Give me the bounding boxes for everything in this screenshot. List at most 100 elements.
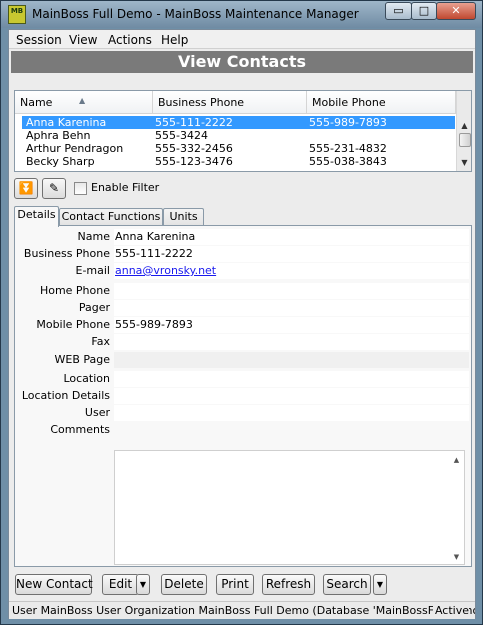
- scroll-up-icon[interactable]: ▲: [457, 118, 471, 133]
- cell-name: Aphra Behn: [26, 129, 91, 142]
- cell-business-phone: 555-111-2222: [155, 116, 233, 129]
- grid-header: Name ▲ Business Phone Mobile Phone: [15, 91, 456, 114]
- status-bar: User MainBoss User Organization MainBoss…: [9, 601, 475, 619]
- filter-edit-button[interactable]: ✎: [42, 178, 66, 199]
- edit-button[interactable]: Edit: [102, 574, 139, 595]
- menu-actions[interactable]: Actions: [108, 33, 152, 47]
- scroll-up-icon[interactable]: ▲: [449, 454, 464, 466]
- tab-units[interactable]: Units: [163, 208, 204, 226]
- enable-filter-checkbox[interactable]: [74, 182, 87, 195]
- filter-edit-icon: ✎: [48, 181, 60, 195]
- search-button[interactable]: Search: [323, 574, 371, 595]
- field-name: Name Anna Karenina: [19, 229, 469, 245]
- status-state: Active: [432, 602, 469, 619]
- field-location-details: Location Details: [19, 388, 469, 404]
- field-label: E-mail: [75, 264, 111, 277]
- details-panel: Name Anna Karenina Business Phone 555-11…: [14, 225, 472, 567]
- new-contact-button[interactable]: New Contact: [15, 574, 93, 595]
- contacts-grid[interactable]: Name ▲ Business Phone Mobile Phone Anna …: [14, 90, 472, 172]
- minimize-icon: ▭: [393, 4, 404, 17]
- scroll-down-icon[interactable]: ▼: [449, 551, 464, 563]
- print-button[interactable]: Print: [216, 574, 254, 595]
- cell-name: Becky Sharp: [26, 155, 95, 168]
- menu-session[interactable]: Session: [16, 33, 62, 47]
- location-field[interactable]: [114, 371, 469, 387]
- tab-details[interactable]: Details: [14, 206, 59, 227]
- tab-contact-functions[interactable]: Contact Functions: [59, 208, 163, 226]
- field-user: User: [19, 405, 469, 421]
- cell-mobile-phone: 555-038-3843: [309, 155, 387, 168]
- cell-name: Arthur Pendragon: [26, 142, 124, 155]
- column-header-mobile-phone[interactable]: Mobile Phone: [307, 91, 456, 114]
- chevron-down-icon: ▼: [139, 580, 147, 589]
- field-web-page: WEB Page: [19, 352, 469, 368]
- search-dropdown-button[interactable]: ▼: [373, 574, 387, 595]
- home-phone-field[interactable]: [114, 283, 469, 299]
- field-business-phone: Business Phone 555-111-2222: [19, 246, 469, 262]
- maximize-icon: □: [418, 4, 430, 17]
- enable-filter-label: Enable Filter: [91, 181, 160, 194]
- cell-business-phone: 555-123-3476: [155, 155, 233, 168]
- field-fax: Fax: [19, 334, 469, 350]
- close-button[interactable]: ✕: [436, 2, 476, 20]
- chevron-down-icon: ▼: [376, 580, 384, 589]
- field-label: Business Phone: [23, 247, 110, 260]
- cell-business-phone: 555-3424: [155, 129, 208, 142]
- location-details-field[interactable]: [114, 388, 469, 404]
- fax-field[interactable]: [114, 334, 469, 350]
- grid-scrollbar[interactable]: ▲ ▼: [456, 91, 471, 171]
- field-label: Comments: [50, 423, 110, 436]
- title-bar[interactable]: MB MainBoss Full Demo - MainBoss Mainten…: [1, 1, 482, 28]
- table-row[interactable]: Anna Karenina 555-111-2222 555-989-7893: [22, 116, 455, 129]
- mobile-phone-field[interactable]: 555-989-7893: [114, 317, 469, 333]
- field-comments: Comments: [19, 422, 468, 438]
- user-field[interactable]: [114, 405, 469, 421]
- cell-mobile-phone: 555-989-7893: [309, 116, 387, 129]
- field-label: User: [84, 406, 110, 419]
- close-icon: ✕: [451, 4, 461, 17]
- window-title: MainBoss Full Demo - MainBoss Maintenanc…: [32, 7, 359, 21]
- field-pager: Pager: [19, 300, 469, 316]
- pager-field[interactable]: [114, 300, 469, 316]
- edit-dropdown-button[interactable]: ▼: [136, 574, 150, 595]
- sort-ascending-icon: ▲: [79, 96, 86, 105]
- field-label: Location Details: [21, 389, 110, 402]
- field-label: Location: [63, 372, 110, 385]
- page-title: View Contacts: [11, 51, 473, 73]
- refresh-button[interactable]: Refresh: [262, 574, 315, 595]
- column-header-business-phone[interactable]: Business Phone: [153, 91, 307, 114]
- application-window: MB MainBoss Full Demo - MainBoss Mainten…: [0, 0, 483, 625]
- business-phone-field[interactable]: 555-111-2222: [114, 246, 469, 262]
- table-row[interactable]: Arthur Pendragon 555-332-2456 555-231-48…: [22, 142, 455, 155]
- client-area: Session View Actions Help View Contacts …: [8, 29, 476, 619]
- field-location: Location: [19, 371, 469, 387]
- table-row[interactable]: Becky Sharp 555-123-3476 555-038-3843: [22, 155, 455, 168]
- maximize-button[interactable]: □: [411, 2, 437, 20]
- column-header-name[interactable]: Name ▲: [15, 91, 153, 114]
- status-text: User MainBoss User Organization MainBoss…: [12, 604, 475, 617]
- menu-help[interactable]: Help: [161, 33, 188, 47]
- collapse-icon: ⏬: [18, 181, 34, 195]
- name-field[interactable]: Anna Karenina: [114, 229, 469, 245]
- field-label: Pager: [78, 301, 110, 314]
- comments-field[interactable]: ▲ ▼: [114, 450, 465, 565]
- app-icon[interactable]: MB: [8, 5, 26, 24]
- field-label: Fax: [91, 335, 110, 348]
- cell-name: Anna Karenina: [26, 116, 107, 129]
- field-email: E-mail anna@vronsky.net: [19, 263, 469, 279]
- scroll-thumb[interactable]: [459, 133, 471, 147]
- email-link[interactable]: anna@vronsky.net: [114, 263, 469, 279]
- delete-button[interactable]: Delete: [161, 574, 207, 595]
- cell-business-phone: 555-332-2456: [155, 142, 233, 155]
- menu-bar: Session View Actions Help: [9, 30, 475, 49]
- field-label: Name: [77, 230, 110, 243]
- scroll-down-icon[interactable]: ▼: [457, 155, 471, 170]
- web-page-field[interactable]: [114, 352, 469, 368]
- minimize-button[interactable]: ▭: [385, 2, 412, 20]
- collapse-button[interactable]: ⏬: [14, 178, 38, 199]
- field-label: Mobile Phone: [36, 318, 110, 331]
- table-row[interactable]: Aphra Behn 555-3424: [22, 129, 455, 142]
- field-label: WEB Page: [54, 353, 111, 366]
- menu-view[interactable]: View: [69, 33, 97, 47]
- field-label: Home Phone: [39, 284, 110, 297]
